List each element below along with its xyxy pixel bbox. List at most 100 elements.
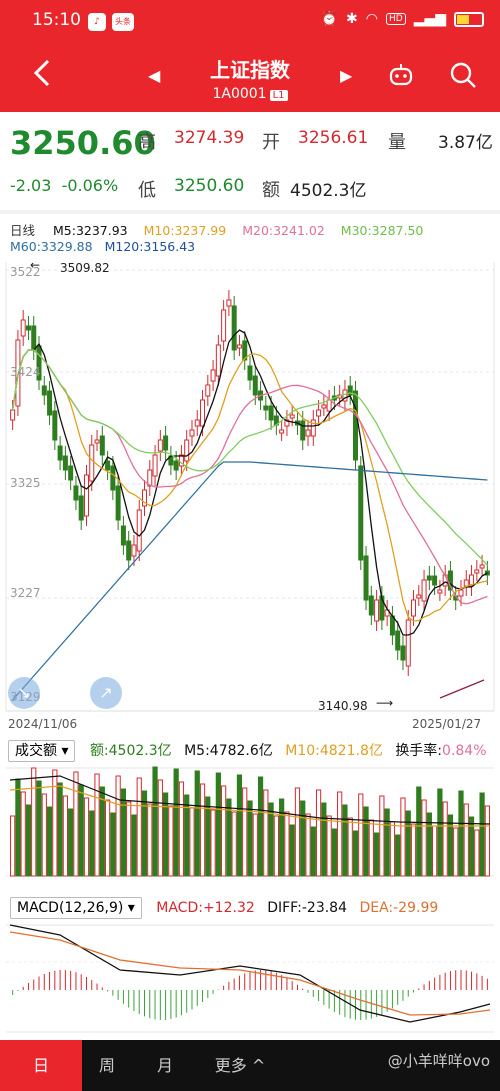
volume-bar [178,781,185,877]
volume-bar [252,813,258,877]
volume-bar [89,810,95,877]
volume-header: 成交额 ▾ 额:4502.3亿 M5:4782.6亿 M10:4821.8亿 换… [8,740,498,762]
tab-week[interactable]: 周 [82,1040,132,1091]
volume-bar [368,819,374,877]
candle-body [226,299,232,307]
max-arrow-icon: ← [30,258,41,272]
volume-bar [331,828,338,877]
volume-bar [321,802,327,877]
volume-bar [352,830,359,877]
candle-body [289,414,295,419]
volume-bar [41,793,47,877]
macd-selector-label: MACD(12,26,9) [17,900,124,916]
volume-bar [379,795,385,877]
volume-bar [199,783,206,877]
volume-bar [68,808,74,877]
start-date: 2024/11/06 [8,717,78,731]
volume-bar [83,797,90,877]
volume-bar [384,808,390,877]
candle-body [231,305,237,351]
volume-bar [131,814,137,877]
candle-body [47,390,53,416]
volume-bar [231,811,237,877]
candle-body [210,369,216,382]
volume-bar [257,776,264,877]
volume-bar [463,803,469,877]
candle-body [173,460,179,471]
volume-bar [363,806,369,877]
zoom-in-icon[interactable]: ↗ [90,677,122,709]
candle-body [405,619,411,667]
volume-bar [147,803,153,877]
candle-body [131,544,137,557]
candle-body [437,589,443,594]
volume-indicator-select[interactable]: 成交额 ▾ [8,740,76,762]
volume-bar [484,805,490,877]
candle-body [368,595,374,616]
candle-body [221,309,227,342]
volume-bar [157,779,163,877]
candle-body [374,599,380,622]
volume-bar [405,810,411,877]
candle-body [215,344,221,377]
ma60-line [12,461,488,701]
zoom-out-icon[interactable]: ↘ [8,677,40,709]
candle-body [395,630,401,651]
candle-body [363,555,369,601]
volume-bar [20,791,26,877]
volume-bar [337,791,343,877]
candle-body [321,404,327,409]
volume-bar [410,823,417,877]
min-price-label: 3140.98 [318,699,368,713]
volume-bar [168,805,174,877]
volume-bar [453,827,459,877]
candle-body [73,485,79,501]
candle-body [252,375,258,396]
volume-bar [110,812,116,877]
volume-bar [342,804,348,877]
candle-body [247,365,253,381]
volume-bar [94,773,100,877]
volume-m5: M5:4782.6亿 [184,743,273,759]
turnover-label: 换手率: [395,743,443,759]
volume-bar [236,774,243,877]
volume-bar [25,804,32,877]
macd-indicator-select[interactable]: MACD(12,26,9) ▾ [10,897,142,919]
volume-bar [300,800,306,877]
volume-bar [479,792,485,877]
tab-more[interactable]: 更多 ^ [200,1040,280,1091]
candle-body [326,399,332,412]
volume-bar [437,788,443,877]
volume-bar [432,825,438,877]
watermark: @小羊咩咩ovo [387,1052,490,1070]
volume-bar [315,789,322,877]
volume-bar [215,772,221,877]
candle-body [157,439,163,452]
volume-bar [263,789,269,877]
candle-body [99,435,105,456]
candle-body [89,444,95,482]
kline-chart-area[interactable] [0,0,500,1040]
candle-body [20,319,26,337]
candle-body [163,435,169,451]
volume-bar [210,809,216,877]
end-date: 2025/01/27 [412,717,482,731]
candle-body [463,579,469,587]
ma10-line [11,349,488,622]
volume-bar [221,785,227,877]
volume-bar [279,798,285,877]
volume-amount: 额:4502.3亿 [89,743,172,759]
tab-month[interactable]: 月 [140,1040,190,1091]
diff-value: DIFF:-23.84 [267,900,347,916]
candle-body [479,564,485,569]
candle-body [78,495,84,521]
candle-body [10,409,16,421]
candle-body [421,579,427,602]
volume-bar [395,834,401,877]
volume-bar [458,790,464,877]
candle-body [358,465,364,561]
candle-body [94,439,100,444]
volume-bar [73,771,79,877]
volume-bar [120,788,127,877]
tab-day[interactable]: 日 [0,1040,82,1091]
